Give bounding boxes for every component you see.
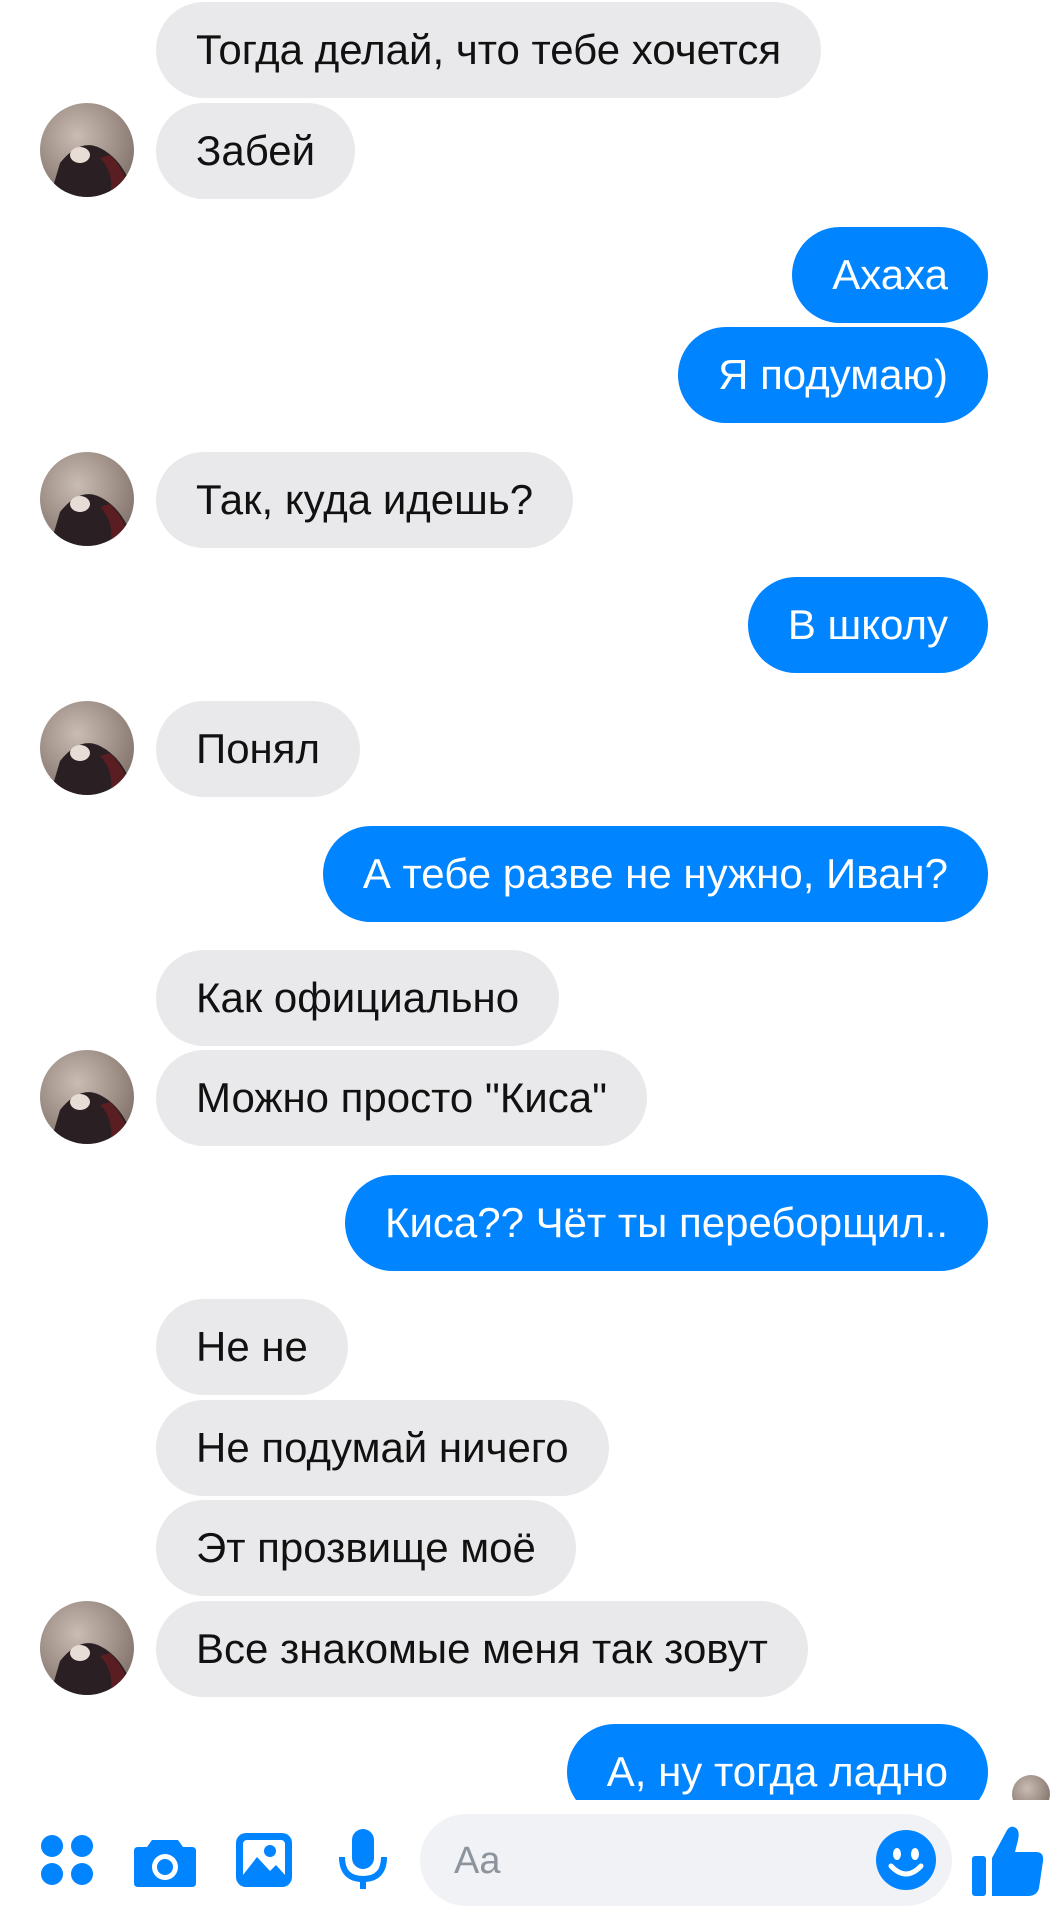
message-outgoing[interactable]: В школу xyxy=(747,577,988,673)
message-incoming[interactable]: Понял xyxy=(156,701,360,797)
message-input[interactable] xyxy=(452,1814,856,1908)
emoji-icon[interactable] xyxy=(874,1828,938,1892)
contact-avatar[interactable] xyxy=(40,1601,134,1695)
contact-avatar[interactable] xyxy=(40,103,134,197)
message-composer xyxy=(0,1800,1064,1920)
like-icon[interactable] xyxy=(970,1822,1046,1898)
microphone-icon[interactable] xyxy=(328,1825,398,1895)
message-incoming[interactable]: Как официально xyxy=(156,950,560,1046)
message-outgoing[interactable]: Киса?? Чёт ты переборщил.. xyxy=(344,1175,988,1271)
contact-avatar[interactable] xyxy=(40,701,134,795)
message-incoming[interactable]: Не не xyxy=(156,1299,348,1395)
message-incoming[interactable]: Можно просто "Киса" xyxy=(156,1050,648,1146)
message-outgoing[interactable]: А, ну тогда ладно xyxy=(566,1724,988,1800)
message-input-container[interactable] xyxy=(420,1814,952,1908)
message-incoming[interactable]: Так, куда идешь? xyxy=(156,452,574,548)
apps-icon[interactable] xyxy=(33,1825,103,1895)
message-thread[interactable]: Тогда делай, что тебе хочется Забей Ахах… xyxy=(0,0,1064,1800)
contact-avatar[interactable] xyxy=(40,1050,134,1144)
message-incoming[interactable]: Тогда делай, что тебе хочется xyxy=(156,2,822,98)
message-incoming[interactable]: Не подумай ничего xyxy=(156,1400,609,1496)
camera-icon[interactable] xyxy=(130,1825,200,1895)
message-incoming[interactable]: Все знакомые меня так зовут xyxy=(156,1601,808,1697)
message-outgoing[interactable]: Я подумаю) xyxy=(678,327,988,423)
message-outgoing[interactable]: А тебе разве не нужно, Иван? xyxy=(322,826,988,922)
message-incoming[interactable]: Забей xyxy=(156,103,356,199)
message-incoming[interactable]: Эт прозвище моё xyxy=(156,1500,576,1596)
gallery-icon[interactable] xyxy=(230,1825,300,1895)
message-outgoing[interactable]: Ахаха xyxy=(792,227,988,323)
contact-avatar[interactable] xyxy=(40,452,134,546)
seen-indicator-avatar xyxy=(1012,1775,1050,1800)
